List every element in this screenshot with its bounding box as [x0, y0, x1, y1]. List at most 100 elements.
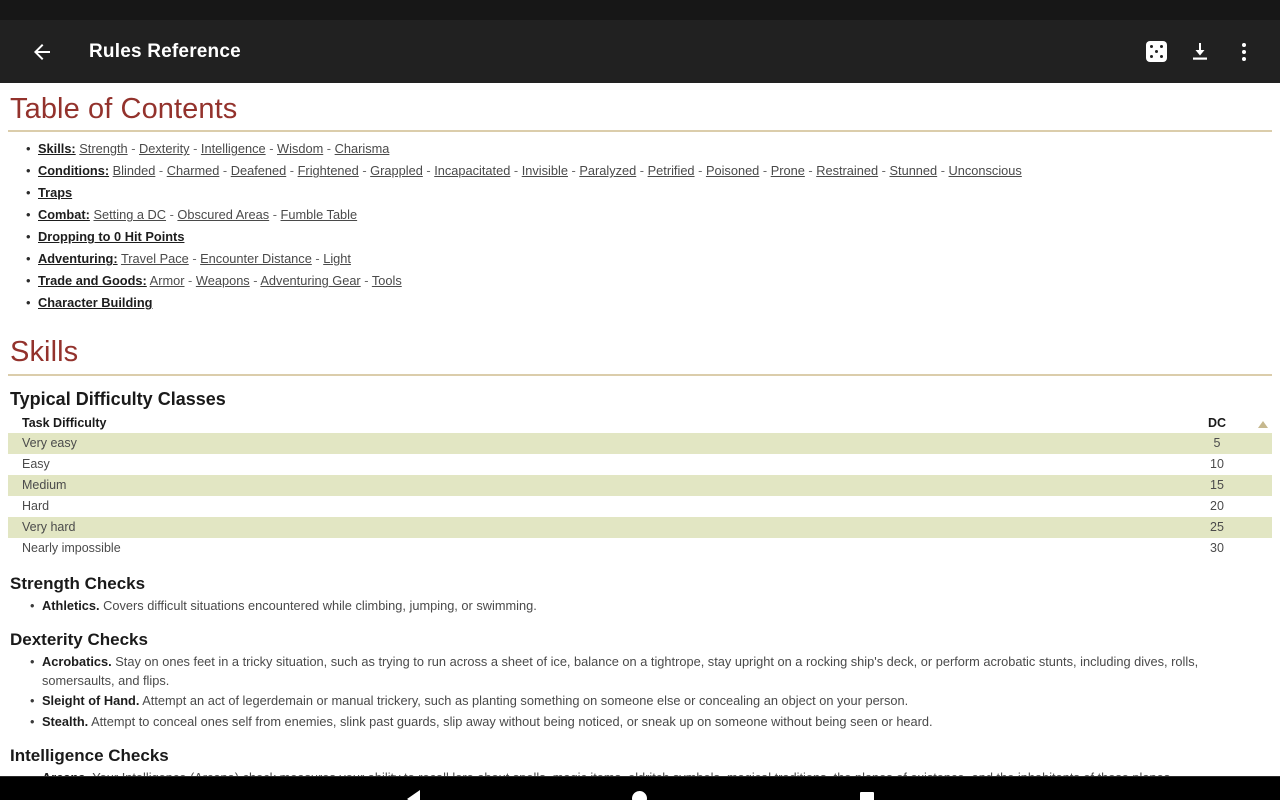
cell-dc: 5 [1213, 435, 1221, 450]
toc-link[interactable]: Encounter Distance [200, 251, 312, 266]
toc-link[interactable]: Charmed [167, 163, 220, 178]
toc-category-label[interactable]: Dropping to 0 Hit Points [38, 229, 184, 244]
toc-separator: - [878, 163, 890, 179]
toc-link[interactable]: Intelligence [201, 141, 266, 156]
toc-item[interactable]: Skills: Strength - Dexterity - Intellige… [26, 138, 1272, 160]
toc-separator: - [323, 141, 335, 157]
toc-link[interactable]: Strength [79, 141, 127, 156]
toc-link[interactable]: Tools [372, 273, 402, 288]
toc-link[interactable]: Fumble Table [281, 207, 358, 222]
skill-entry-list: Athletics. Covers difficult situations e… [8, 597, 1272, 616]
app-toolbar: Rules Reference [0, 20, 1280, 83]
column-header-dc: DC [1207, 415, 1227, 430]
skill-entry-text: Attempt to conceal ones self from enemie… [88, 713, 933, 729]
nav-recents-button[interactable] [837, 777, 897, 800]
cell-task-difficulty: Easy [22, 456, 50, 471]
toc-separator: - [422, 163, 435, 179]
toc-item[interactable]: Adventuring: Travel Pace - Encounter Dis… [26, 248, 1272, 270]
toc-link[interactable]: Wisdom [277, 141, 323, 156]
toc-separator: - [189, 141, 201, 157]
cell-dc: 10 [1210, 456, 1224, 471]
download-button[interactable] [1178, 30, 1222, 74]
table-row: Medium 15 [8, 474, 1272, 496]
skill-entry-name: Athletics. [42, 597, 100, 613]
toc-link[interactable]: Invisible [522, 163, 568, 178]
cell-dc: 25 [1210, 519, 1224, 534]
toc-item[interactable]: Trade and Goods: Armor - Weapons - Adven… [26, 270, 1272, 292]
toc-separator: - [286, 163, 298, 179]
toc-separator: - [155, 163, 167, 179]
toc-link[interactable]: Obscured Areas [177, 207, 269, 222]
toc-link[interactable]: Restrained [816, 163, 878, 178]
toc-link[interactable]: Poisoned [706, 163, 759, 178]
toc-link[interactable]: Unconscious [949, 163, 1022, 178]
toc-link[interactable]: Blinded [113, 163, 156, 178]
android-navigation-bar [0, 776, 1280, 800]
skill-entry-text: Your Intelligence (Arcana) check measure… [89, 770, 1173, 776]
toc-category-label[interactable]: Combat: [38, 207, 90, 222]
toc-link[interactable]: Weapons [196, 273, 250, 288]
toc-link[interactable]: Armor [150, 273, 185, 288]
table-row: Nearly impossible 30 [8, 538, 1272, 559]
table-row: Easy 10 [8, 454, 1272, 475]
skill-entry-name: Arcana. [42, 770, 89, 776]
skill-entry-name: Acrobatics. [42, 654, 112, 670]
toc-item[interactable]: Conditions: Blinded - Charmed - Deafened… [26, 160, 1272, 182]
toc-link[interactable]: Grappled [370, 163, 423, 178]
toc-link[interactable]: Adventuring Gear [260, 273, 360, 288]
nav-back-button[interactable] [383, 777, 443, 800]
skill-entry-list: Arcana. Your Intelligence (Arcana) check… [8, 769, 1272, 776]
toc-link[interactable]: Petrified [648, 163, 695, 178]
toc-link[interactable]: Paralyzed [579, 163, 636, 178]
toc-item[interactable]: Dropping to 0 Hit Points [26, 226, 1272, 248]
toc-separator: - [311, 251, 324, 267]
difficulty-class-table: Task Difficulty DC Very easy 5 Easy 10 Mediu… [8, 414, 1272, 559]
toc-separator: - [694, 163, 706, 179]
skill-entry-name: Stealth. [42, 713, 89, 729]
skill-entry: Sleight of Hand. Attempt an act of leger… [30, 692, 1272, 711]
toc-link[interactable]: Charisma [335, 141, 390, 156]
page-title: Rules Reference [89, 40, 241, 62]
toc-separator: - [804, 163, 817, 179]
square-recents-icon [859, 791, 874, 800]
skill-entry: Stealth. Attempt to conceal ones self fr… [30, 713, 1272, 732]
toc-category-label[interactable]: Conditions: [38, 163, 109, 178]
circle-home-icon [632, 791, 648, 800]
toc-separator: - [127, 141, 140, 157]
toc-link[interactable]: Dexterity [139, 141, 190, 156]
cell-task-difficulty: Hard [22, 498, 50, 513]
nav-home-button[interactable] [610, 777, 670, 800]
back-navigation-button[interactable] [22, 32, 62, 72]
dice-roller-button[interactable] [1134, 30, 1178, 74]
toc-category-label[interactable]: Adventuring: [38, 251, 118, 266]
toc-category-label[interactable]: Character Building [38, 295, 152, 310]
toc-category-label[interactable]: Skills: [38, 141, 76, 156]
toc-separator: - [249, 273, 261, 289]
toc-link[interactable]: Stunned [889, 163, 937, 178]
overflow-menu-button[interactable] [1222, 30, 1266, 74]
arrow-left-icon [34, 43, 50, 60]
toc-item[interactable]: Character Building [26, 292, 1272, 314]
toc-link[interactable]: Travel Pace [121, 251, 189, 266]
toc-separator: - [265, 141, 278, 157]
document-content[interactable]: Table of Contents Skills: Strength - Dex… [0, 83, 1280, 776]
toc-item[interactable]: Traps [26, 182, 1272, 204]
toc-category-label[interactable]: Traps [38, 185, 72, 200]
skill-entry-list: Acrobatics. Stay on ones feet in a trick… [8, 653, 1272, 731]
toc-separator: - [567, 163, 580, 179]
toc-separator: - [937, 163, 949, 179]
android-status-bar [0, 0, 1280, 20]
toc-item[interactable]: Combat: Setting a DC - Obscured Areas - … [26, 204, 1272, 226]
toc-link[interactable]: Prone [771, 163, 805, 178]
toc-link[interactable]: Setting a DC [93, 207, 166, 222]
table-row: Very easy 5 [8, 432, 1272, 454]
skill-entry: Arcana. Your Intelligence (Arcana) check… [30, 769, 1272, 776]
overflow-menu-icon [1242, 42, 1246, 61]
table-body: Very easy 5 Easy 10 Medium 15 Hard 20 Very hard 2… [8, 432, 1272, 559]
toc-link[interactable]: Deafened [231, 163, 287, 178]
toc-link[interactable]: Incapacitated [434, 163, 510, 178]
cell-dc: 20 [1210, 498, 1224, 513]
toc-link[interactable]: Light [323, 251, 351, 266]
toc-link[interactable]: Frightened [298, 163, 359, 178]
toc-category-label[interactable]: Trade and Goods: [38, 273, 147, 288]
